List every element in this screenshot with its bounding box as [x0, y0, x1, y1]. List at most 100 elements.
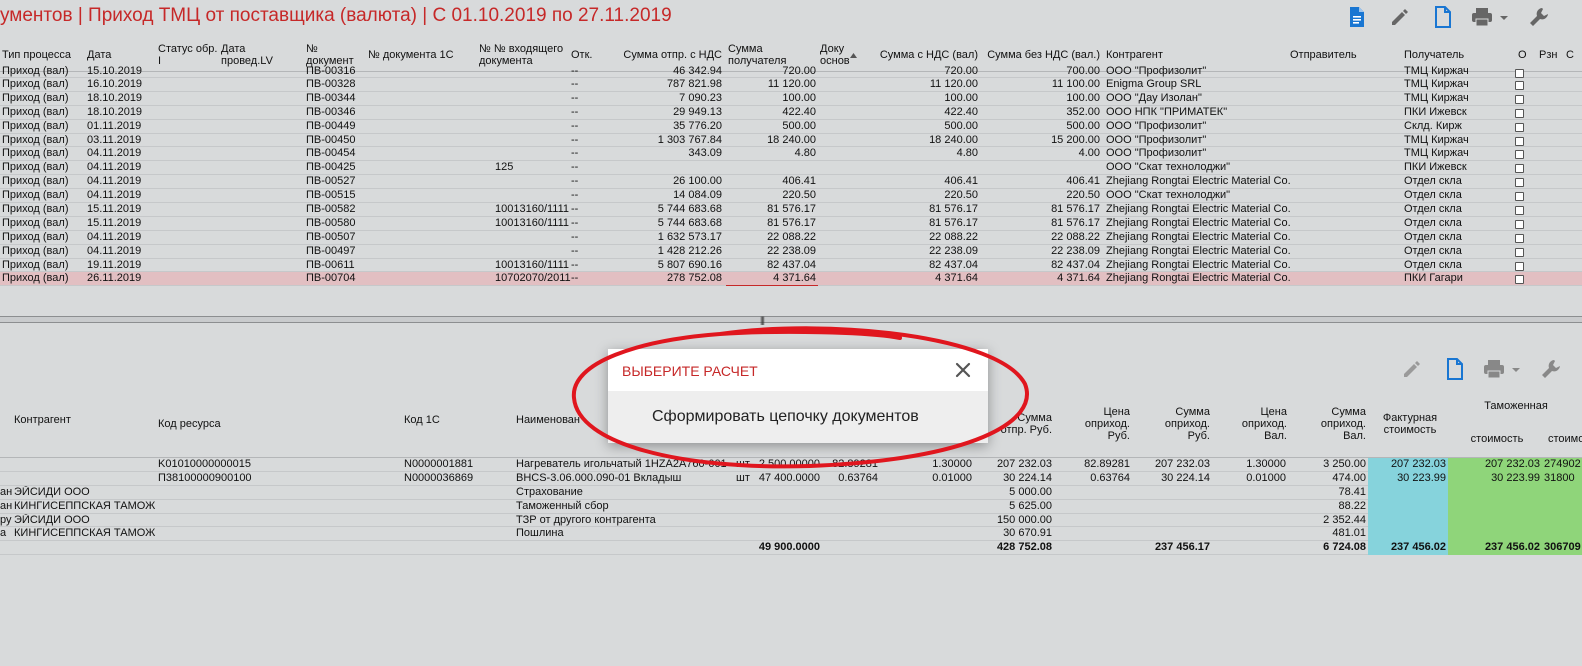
row-checkbox[interactable] [1515, 233, 1524, 243]
row-checkbox[interactable] [1515, 192, 1524, 202]
col-header-sender[interactable]: Отправитель [1290, 38, 1380, 72]
table-row[interactable]: Приход (вал) 26.11.2019 ПВ-00704 10702070/2… [0, 272, 1582, 287]
cell-contractor: ООО "Профизолит" [1106, 133, 1207, 146]
cell-otk: -- [571, 105, 579, 118]
wrench-icon[interactable] [1538, 354, 1564, 384]
row-checkbox[interactable] [1515, 247, 1524, 257]
row-checkbox[interactable] [1515, 164, 1524, 174]
row-checkbox[interactable] [1515, 150, 1524, 160]
cell-contractor: Zhejiang Rongtai Electric Material Co., [1106, 203, 1290, 216]
new-document-icon[interactable] [1443, 354, 1467, 384]
table-row[interactable]: Приход (вал) 04.11.2019 ПВ-00507 -- 1 632 57… [0, 231, 1582, 245]
detail-col-customs-cost-2[interactable]: стоимо [1548, 424, 1582, 454]
cell-otk: -- [571, 189, 579, 202]
row-checkbox[interactable] [1515, 108, 1524, 118]
cell-sum-nds: 406.41 [944, 175, 978, 188]
detail-col-customs[interactable]: Таможенная [1450, 390, 1582, 422]
detail-col-price-val[interactable]: Цена оприход. Вал. [1225, 390, 1287, 458]
table-row[interactable]: Приход (вал) 04.11.2019 ПВ-00497 -- 1 428 21… [0, 245, 1582, 259]
cell-receiver: ПКИ Гагари [1404, 272, 1463, 285]
printer-icon[interactable] [1468, 2, 1512, 32]
cell-incoming [495, 245, 571, 258]
col-header-status[interactable]: Статус обр. I [158, 38, 218, 72]
cell-contractor: ООО "Дау Изолан" [1106, 91, 1202, 104]
table-row[interactable]: Приход (вал) 15.11.2019 ПВ-00582 10013160/1… [0, 203, 1582, 217]
detail-col-invoice[interactable]: Фактурная стоимость [1370, 390, 1450, 458]
cell-otk: -- [571, 78, 579, 90]
row-checkbox[interactable] [1515, 219, 1524, 229]
col-header-c[interactable]: С [1566, 38, 1580, 72]
row-checkbox[interactable] [1515, 261, 1524, 271]
cell-code1c [404, 527, 494, 540]
cell-incoming [495, 147, 571, 160]
printer-icon[interactable] [1480, 354, 1524, 384]
col-header-o[interactable]: О [1518, 38, 1532, 72]
cell-type: Приход (вал) [2, 105, 69, 118]
col-header-date-lv[interactable]: Дата провед.LV [221, 38, 281, 72]
detail-col-price-rub[interactable]: Цена оприход. Руб. [1070, 390, 1130, 458]
table-row[interactable]: Приход (вал) 15.11.2019 ПВ-00580 10013160/1… [0, 217, 1582, 231]
row-checkbox[interactable] [1515, 206, 1524, 216]
cell-qty [740, 514, 820, 527]
detail-col-customs-cost[interactable]: стоимость [1452, 424, 1542, 454]
row-checkbox[interactable] [1515, 122, 1524, 132]
cell-price-val: 1.30000 [1246, 458, 1286, 470]
detail-row[interactable]: П38100000900100 N0000036869 BHCS-3.06.000.… [0, 471, 1582, 486]
detail-row[interactable]: ан ЭЙСИДИ ООО Страхование 5 000.00 78.41 [0, 485, 1582, 500]
detail-col-code-resource[interactable]: Код ресурса [158, 390, 238, 458]
wrench-icon[interactable] [1526, 2, 1552, 32]
detail-col-sum-rub[interactable]: Сумма оприход. Руб. [1140, 390, 1210, 458]
row-checkbox[interactable] [1515, 69, 1524, 78]
row-checkbox[interactable] [1515, 136, 1524, 146]
cell-type: Приход (вал) [2, 65, 69, 77]
col-header-rzn[interactable]: Рзн [1539, 38, 1561, 72]
cell-incoming [495, 106, 571, 119]
new-document-icon[interactable] [1431, 2, 1455, 32]
cell-sum-pol: 422.40 [782, 105, 816, 118]
table-row[interactable]: Приход (вал) 16.10.2019 ПВ-00328 -- 787 821.… [0, 78, 1582, 92]
table-row[interactable]: Приход (вал) 03.11.2019 ПВ-00450 -- 1 303 76… [0, 134, 1582, 148]
cell-sum-rub [1140, 527, 1210, 540]
cell-sum-otpr-rub: 5 000.00 [1009, 485, 1052, 498]
detail-col-sum-val[interactable]: Сумма оприход. Вал. [1300, 390, 1366, 458]
cell-sum-bez: 700.00 [1066, 65, 1100, 77]
table-row[interactable]: Приход (вал) 04.11.2019 ПВ-00425 125 -- ООО "… [0, 161, 1582, 176]
table-row[interactable]: Приход (вал) 04.11.2019 ПВ-00515 -- 14 084.0… [0, 189, 1582, 204]
document-blue-icon[interactable] [1345, 2, 1369, 32]
cell-incoming: 10013160/1111 [495, 216, 570, 229]
cell-receiver: ТМЦ Киржач [1404, 147, 1469, 160]
total-sum_otpr: 428 752.08 [996, 541, 1052, 554]
cell-contractor: Zhejiang Rongtai Electric Material Co., [1106, 244, 1290, 257]
row-checkbox[interactable] [1515, 275, 1524, 285]
col-header-doc1c[interactable]: № документа 1С [368, 38, 468, 72]
detail-col-code1c[interactable]: Код 1С [404, 390, 484, 450]
table-row[interactable]: Приход (вал) 19.11.2019 ПВ-00611 10013160/1… [0, 259, 1582, 273]
pencil-icon[interactable] [1400, 354, 1424, 384]
table-row[interactable]: Приход (вал) 04.11.2019 ПВ-00454 -- 343.09 4.… [0, 147, 1582, 162]
cell-customs-2 [1544, 527, 1582, 540]
cell-contractor: Enigma Group SRL [1106, 78, 1202, 90]
detail-col-contractor[interactable]: Контрагент [14, 390, 134, 450]
row-checkbox[interactable] [1515, 178, 1524, 188]
cell-docnum: ПВ-00346 [306, 105, 356, 118]
pencil-icon[interactable] [1388, 2, 1412, 32]
col-header-doc-osn[interactable]: Доку основ [820, 38, 850, 72]
detail-row[interactable]: а КИНГИСЕППСКАЯ ТАМОЖН Пошлина 30 670.91 481… [0, 527, 1582, 542]
detail-row[interactable]: ан КИНГИСЕППСКАЯ ТАМОЖН Таможенный сбор 5 6… [0, 499, 1582, 514]
cell-sum-nds: 4.80 [956, 147, 978, 160]
cell-contractor: Zhejiang Rongtai Electric Material Co., [1106, 175, 1290, 188]
cell-contractor: ООО "Скат технолоджи" [1106, 161, 1231, 174]
cell-name: Таможенный сбор [516, 499, 609, 512]
row-checkbox[interactable] [1515, 94, 1524, 104]
cell-price-val: 0.01000 [1246, 471, 1286, 484]
table-row[interactable]: Приход (вал) 01.11.2019 ПВ-00449 -- 35 776.2… [0, 120, 1582, 134]
top-toolbar: ументов | Приход ТМЦ от поставщика (валю… [0, 0, 1582, 38]
cell-otk: -- [571, 203, 579, 216]
row-checkbox[interactable] [1515, 81, 1524, 90]
table-row[interactable]: Приход (вал) 18.10.2019 ПВ-00346 -- 29 949.1… [0, 106, 1582, 120]
table-row[interactable]: Приход (вал) 04.11.2019 ПВ-00527 -- 26 100.0… [0, 175, 1582, 190]
cell-incoming: 125 [495, 161, 514, 174]
cell-sum-nds: 500.00 [944, 119, 978, 132]
detail-row[interactable]: ру ЭЙСИДИ ООО ТЗР от другого контрагента 15… [0, 513, 1582, 528]
table-row[interactable]: Приход (вал) 18.10.2019 ПВ-00344 -- 7 090.23… [0, 92, 1582, 106]
